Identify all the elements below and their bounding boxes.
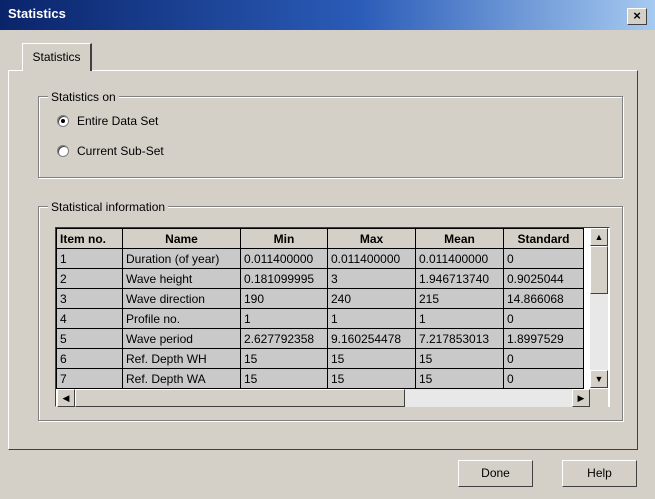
statistics-on-group: [38, 96, 623, 178]
help-button[interactable]: Help: [562, 460, 637, 487]
table-cell[interactable]: 0.011400000: [240, 248, 328, 269]
table-header-row: Item no. Name Min Max Mean Standard: [56, 228, 584, 249]
scrollbar-corner: [590, 389, 608, 407]
table-row[interactable]: 3 Wave direction 190 240 215 14.866068: [56, 288, 584, 309]
radio-current-sub-set[interactable]: Current Sub-Set: [57, 144, 164, 158]
statistical-information-label: Statistical information: [48, 200, 169, 214]
table-cell[interactable]: 15: [240, 348, 328, 369]
close-icon: ×: [633, 8, 641, 23]
table-cell[interactable]: 3: [327, 268, 416, 289]
table-cell[interactable]: 1.946713740: [415, 268, 504, 289]
table-cell[interactable]: 15: [327, 348, 416, 369]
vertical-scroll-thumb[interactable]: [590, 246, 608, 294]
table-cell[interactable]: Profile no.: [122, 308, 241, 329]
table-cell[interactable]: 9.160254478: [327, 328, 416, 349]
table-cell[interactable]: 0: [503, 248, 584, 269]
statistics-on-label: Statistics on: [48, 90, 119, 104]
left-arrow-icon: ◀: [62, 393, 70, 403]
table-cell[interactable]: 240: [327, 288, 416, 309]
scroll-left-button[interactable]: ◀: [57, 389, 75, 407]
table-cell[interactable]: 15: [415, 348, 504, 369]
horizontal-scrollbar[interactable]: ◀ ▶: [57, 389, 590, 407]
table-cell[interactable]: Duration (of year): [122, 248, 241, 269]
table-cell[interactable]: 190: [240, 288, 328, 309]
table-cell[interactable]: 15: [327, 368, 416, 389]
table-cell[interactable]: 1: [327, 308, 416, 329]
tab-label: Statistics: [32, 50, 81, 64]
vertical-scrollbar[interactable]: ▲ ▼: [590, 228, 608, 388]
scroll-down-button[interactable]: ▼: [590, 370, 608, 388]
table-row[interactable]: 4 Profile no. 1 1 1 0: [56, 308, 584, 329]
statistics-grid[interactable]: Item no. Name Min Max Mean Standard 1 Du…: [55, 227, 610, 407]
close-button[interactable]: ×: [627, 8, 647, 25]
table-cell[interactable]: 7: [56, 368, 123, 389]
table-row[interactable]: 5 Wave period 2.627792358 9.160254478 7.…: [56, 328, 584, 349]
table-cell[interactable]: 6: [56, 348, 123, 369]
table-row[interactable]: 7 Ref. Depth WA 15 15 15 0: [56, 368, 584, 389]
table-cell[interactable]: 0.9025044: [503, 268, 584, 289]
column-header[interactable]: Item no.: [56, 228, 123, 249]
radio-label: Entire Data Set: [77, 114, 159, 128]
radio-label: Current Sub-Set: [77, 144, 164, 158]
column-header[interactable]: Name: [122, 228, 241, 249]
table-cell[interactable]: 4: [56, 308, 123, 329]
up-arrow-icon: ▲: [594, 232, 604, 242]
column-header[interactable]: Mean: [415, 228, 504, 249]
table-cell[interactable]: 14.866068: [503, 288, 584, 309]
table-row[interactable]: 1 Duration (of year) 0.011400000 0.01140…: [56, 248, 584, 269]
horizontal-scroll-thumb[interactable]: [75, 389, 405, 407]
table-cell[interactable]: 0.181099995: [240, 268, 328, 289]
column-header[interactable]: Standard: [503, 228, 584, 249]
table-cell[interactable]: 215: [415, 288, 504, 309]
radio-button-unselected[interactable]: [57, 145, 69, 157]
table-cell[interactable]: 0.011400000: [415, 248, 504, 269]
column-header[interactable]: Max: [327, 228, 416, 249]
table-cell[interactable]: 2.627792358: [240, 328, 328, 349]
down-arrow-icon: ▼: [594, 374, 604, 384]
table-cell[interactable]: Ref. Depth WA: [122, 368, 241, 389]
done-button[interactable]: Done: [458, 460, 533, 487]
table-row[interactable]: 2 Wave height 0.181099995 3 1.946713740 …: [56, 268, 584, 289]
table-cell[interactable]: Ref. Depth WH: [122, 348, 241, 369]
table-cell[interactable]: 1: [415, 308, 504, 329]
radio-entire-data-set[interactable]: Entire Data Set: [57, 114, 158, 128]
tab-statistics[interactable]: Statistics: [22, 43, 92, 71]
table-cell[interactable]: Wave direction: [122, 288, 241, 309]
statistics-table: Item no. Name Min Max Mean Standard 1 Du…: [56, 228, 584, 389]
window-title: Statistics: [8, 6, 66, 21]
table-cell[interactable]: Wave height: [122, 268, 241, 289]
table-cell[interactable]: 0: [503, 308, 584, 329]
table-cell[interactable]: 1.8997529: [503, 328, 584, 349]
table-cell[interactable]: Wave period: [122, 328, 241, 349]
table-cell[interactable]: 1: [56, 248, 123, 269]
table-cell[interactable]: 7.217853013: [415, 328, 504, 349]
table-cell[interactable]: 0: [503, 348, 584, 369]
right-arrow-icon: ▶: [577, 393, 585, 403]
window-titlebar: Statistics ×: [0, 0, 655, 30]
table-cell[interactable]: 3: [56, 288, 123, 309]
column-header[interactable]: Min: [240, 228, 328, 249]
table-cell[interactable]: 0.011400000: [327, 248, 416, 269]
scroll-up-button[interactable]: ▲: [590, 228, 608, 246]
table-cell[interactable]: 0: [503, 368, 584, 389]
table-cell[interactable]: 15: [240, 368, 328, 389]
scroll-right-button[interactable]: ▶: [572, 389, 590, 407]
table-row[interactable]: 6 Ref. Depth WH 15 15 15 0: [56, 348, 584, 369]
table-cell[interactable]: 5: [56, 328, 123, 349]
radio-button-selected[interactable]: [57, 115, 69, 127]
table-cell[interactable]: 15: [415, 368, 504, 389]
table-cell[interactable]: 1: [240, 308, 328, 329]
table-cell[interactable]: 2: [56, 268, 123, 289]
